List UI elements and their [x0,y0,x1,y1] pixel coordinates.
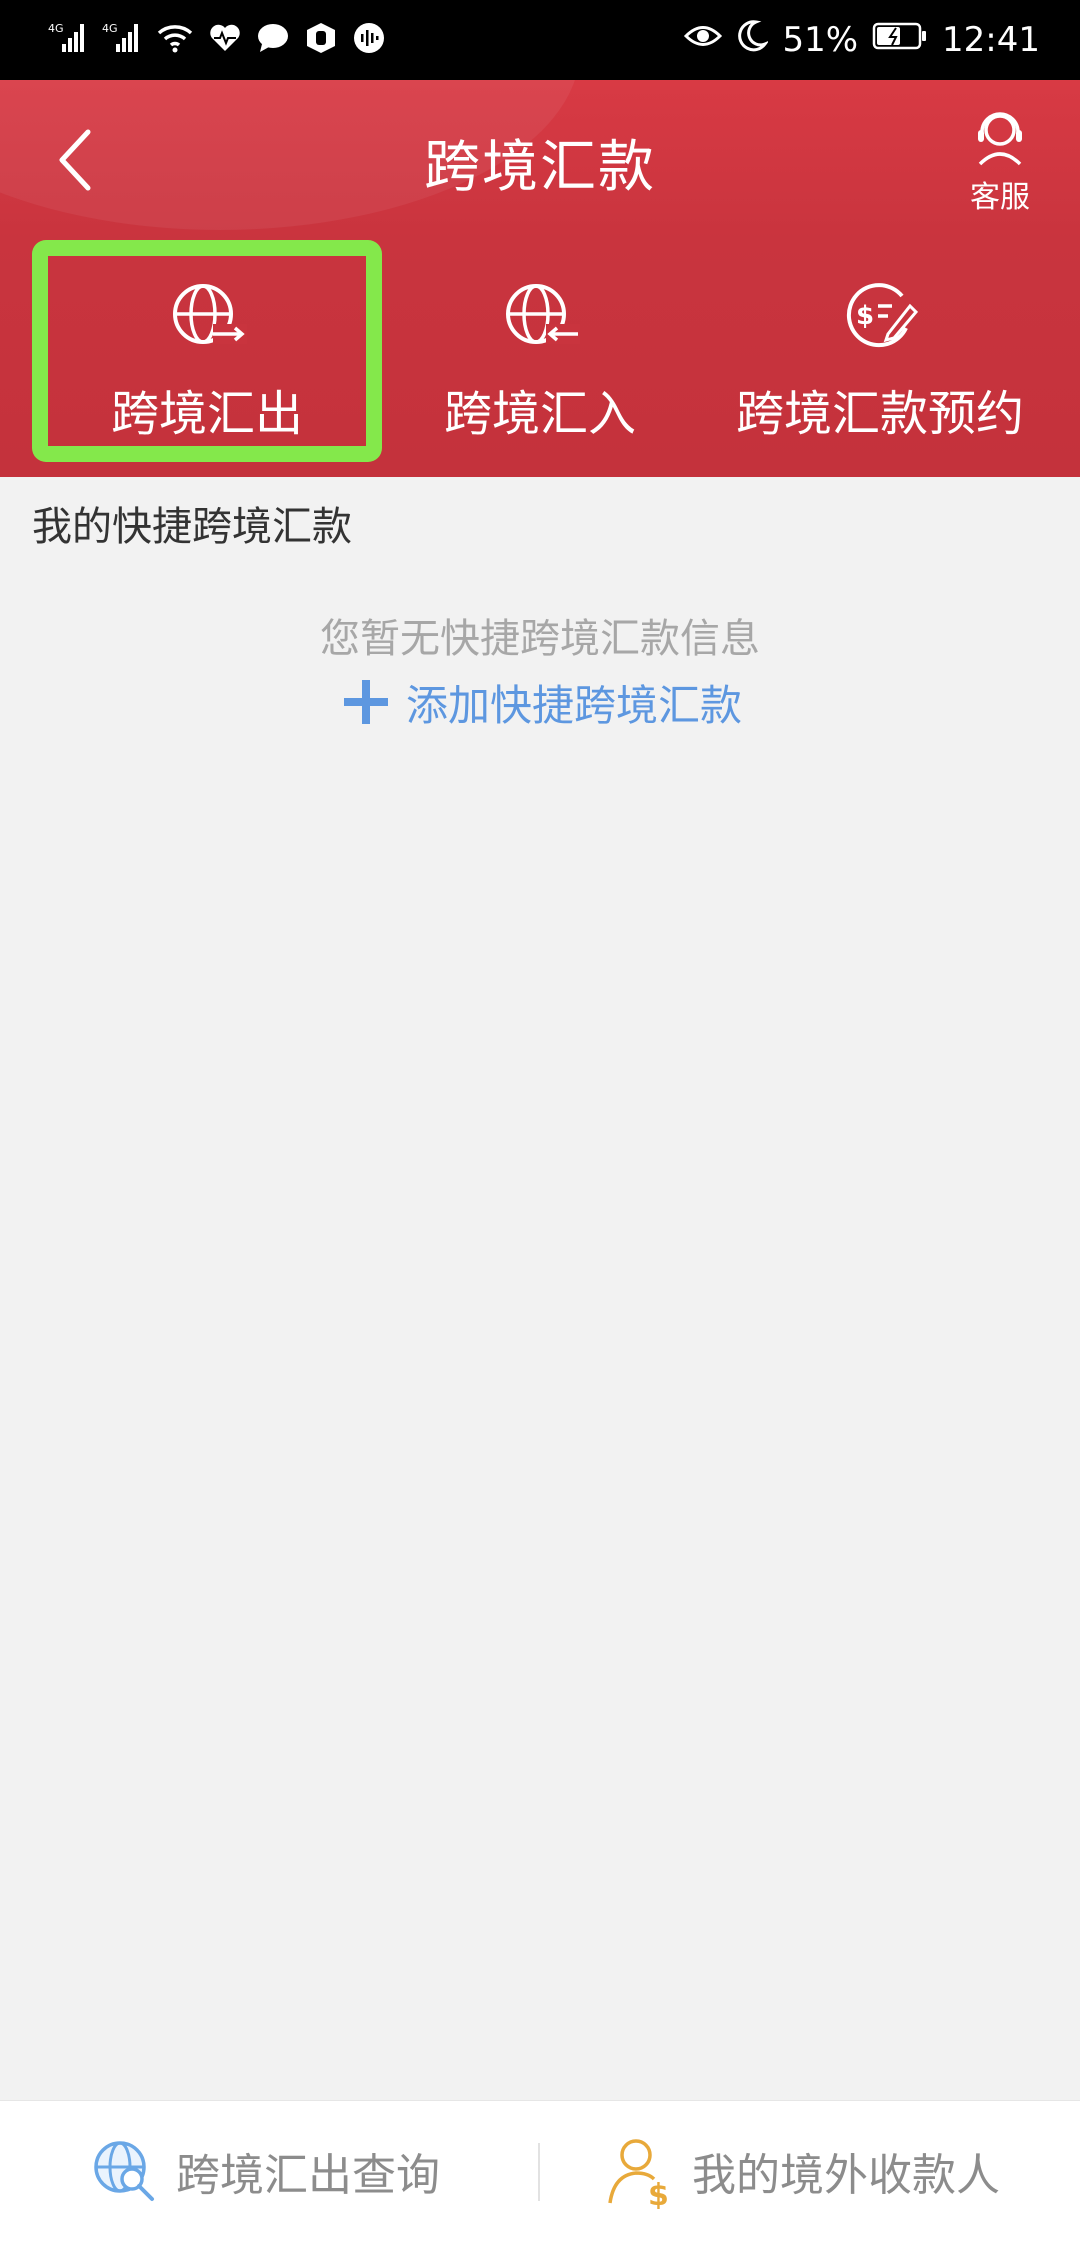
svg-text:$: $ [648,2178,669,2209]
svg-text:4G: 4G [102,22,118,35]
tab-remittance-booking[interactable]: $ 跨境汇款预约 [710,240,1050,462]
outbound-query-button[interactable]: 跨境汇出查询 [88,2101,440,2241]
empty-state-message: 您暂无快捷跨境汇款信息 [320,616,760,662]
quick-remittance-title: 我的快捷跨境汇款 [32,504,352,550]
tab-booking-label: 跨境汇款预约 [735,386,1024,442]
signal-icon: 4G [48,20,88,60]
audio-app-icon [352,21,386,59]
add-quick-remittance-label: 添加快捷跨境汇款 [406,680,743,730]
globe-search-icon [94,2141,154,2201]
clock: 12:41 [942,20,1040,60]
add-quick-remittance-link[interactable]: 添加快捷跨境汇款 [340,670,742,734]
wifi-icon [156,21,194,59]
signal-icon-2: 4G [102,20,142,60]
tab-inbound-label: 跨境汇入 [443,386,636,442]
svg-text:4G: 4G [48,22,64,35]
tab-inbound-remittance[interactable]: 跨境汇入 [370,240,710,462]
hand-shield-icon [304,21,338,59]
header: 跨境汇款 客服 跨境汇出 跨境汇入 $ 跨境汇款预约 [0,80,1080,477]
chat-bubble-icon [256,22,290,58]
customer-service-button[interactable]: 客服 [960,108,1040,218]
overseas-payee-button[interactable]: $ 我的境外收款人 [604,2101,1000,2241]
health-heart-icon [208,22,242,58]
bottom-divider [538,2143,540,2201]
dollar-edit-icon: $ [846,283,919,348]
page-title: 跨境汇款 [424,135,656,200]
status-bar: 4G 4G 51% 12:41 [0,0,1080,80]
selected-tab-highlight [32,240,382,462]
customer-service-label: 客服 [970,180,1030,215]
user-dollar-icon: $ [608,2139,669,2209]
moon-icon [736,19,770,62]
status-icons-right: 51% 12:41 [684,14,1040,66]
battery-percent: 51% [782,20,859,60]
globe-inbound-icon [506,284,580,344]
bottom-action-bar: 跨境汇出查询 $ 我的境外收款人 [0,2100,1080,2241]
plus-icon [344,680,388,724]
battery-icon [872,20,928,60]
status-icons-left: 4G 4G [48,18,386,62]
eye-comfort-icon [684,20,723,60]
svg-text:$: $ [856,301,874,331]
outbound-query-label: 跨境汇出查询 [176,2150,440,2201]
headset-agent-icon [978,112,1022,166]
overseas-payee-label: 我的境外收款人 [692,2150,1000,2201]
